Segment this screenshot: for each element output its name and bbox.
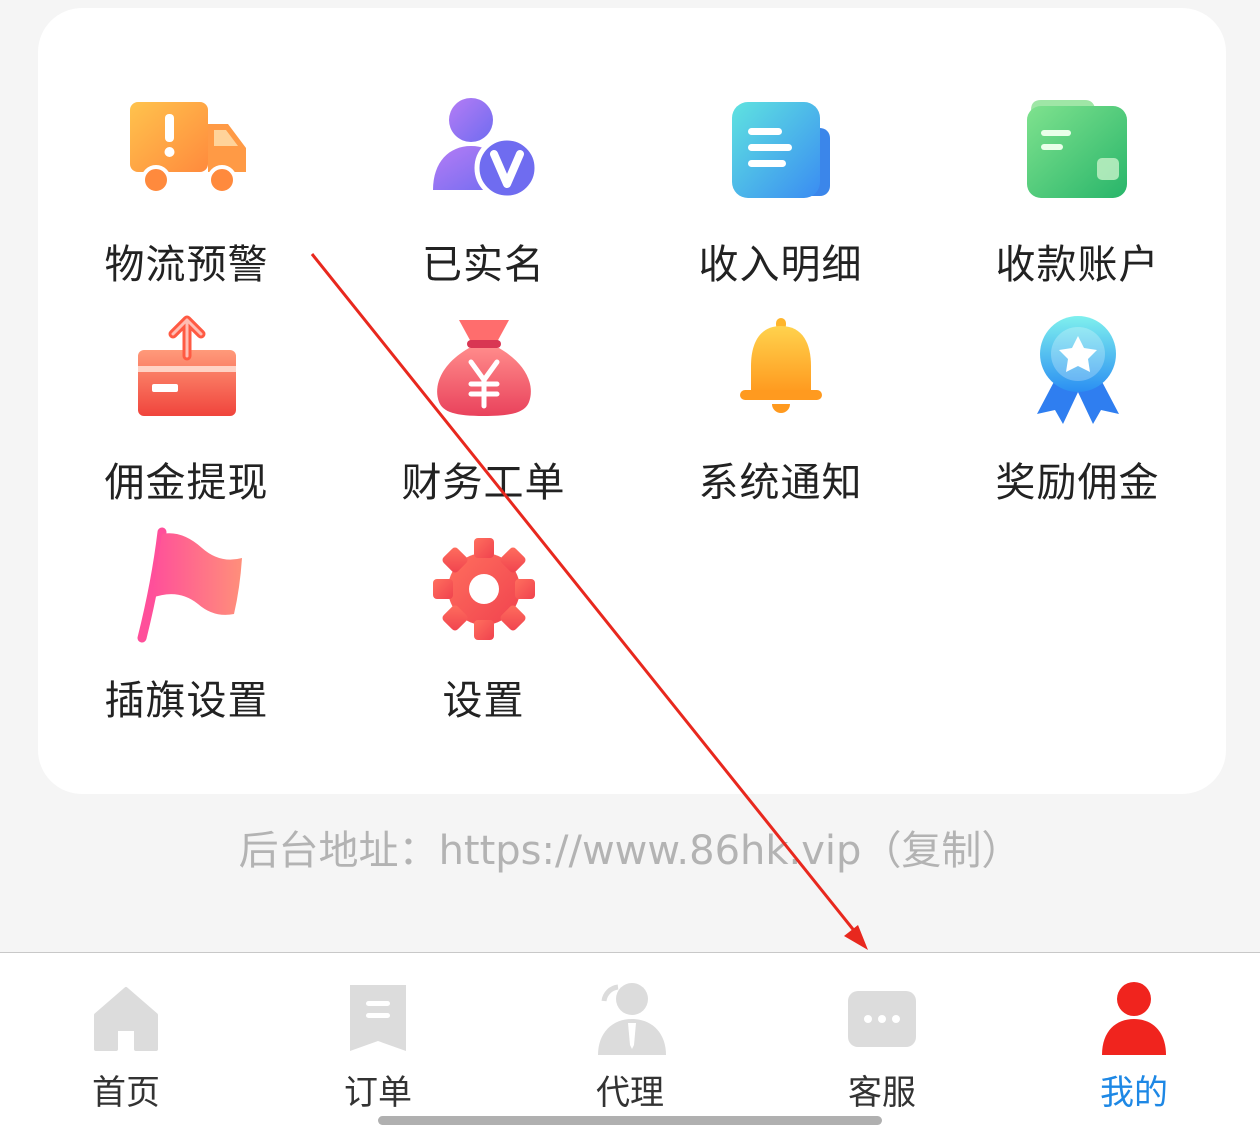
tab-label: 客服 [848, 1073, 916, 1113]
backend-url[interactable]: https://www.86hk.vip [439, 828, 862, 874]
tab-agent[interactable]: 代理 [504, 953, 756, 1113]
order-icon [338, 979, 418, 1059]
menu-item-label: 物流预警 [104, 242, 269, 288]
menu-item-income-details[interactable]: 收入明细 [632, 80, 929, 300]
menu-item-label: 佣金提现 [104, 460, 269, 506]
bottom-tab-bar: 首页 订单 代理 客服 我的 [0, 952, 1260, 1128]
menu-item-verified[interactable]: 已实名 [335, 80, 632, 300]
menu-item-reward-commission[interactable]: 奖励佣金 [929, 298, 1226, 518]
menu-item-label: 收入明细 [698, 242, 863, 288]
wallet-card-icon [1013, 88, 1143, 218]
chat-icon [842, 979, 922, 1059]
menu-item-label: 收款账户 [995, 242, 1160, 288]
copy-link[interactable]: （复制） [861, 828, 1021, 874]
tab-label: 订单 [344, 1073, 412, 1113]
menu-item-finance-ticket[interactable]: 财务工单 [335, 298, 632, 518]
truck-alert-icon [122, 88, 252, 218]
money-bag-icon [419, 306, 549, 436]
tab-home[interactable]: 首页 [0, 953, 252, 1113]
menu-item-withdraw[interactable]: 佣金提现 [38, 298, 335, 518]
tab-label: 我的 [1100, 1073, 1168, 1113]
tab-customer-service[interactable]: 客服 [756, 953, 1008, 1113]
menu-item-label: 已实名 [422, 242, 545, 288]
backend-address: 后台地址：https://www.86hk.vip（复制） [0, 818, 1260, 876]
menu-item-label: 系统通知 [698, 460, 863, 506]
menu-item-label: 奖励佣金 [995, 460, 1160, 506]
verified-user-icon [419, 88, 549, 218]
home-icon [86, 979, 166, 1059]
menu-item-payee-account[interactable]: 收款账户 [929, 80, 1226, 300]
menu-card: 物流预警 已实名 收入明细 收款账户 佣金提现 财务工单 系统通知 奖励佣金 插… [38, 8, 1226, 794]
tab-label: 首页 [92, 1073, 160, 1113]
award-badge-icon [1013, 306, 1143, 436]
user-icon [1094, 979, 1174, 1059]
menu-item-label: 财务工单 [401, 460, 566, 506]
menu-item-settings[interactable]: 设置 [335, 516, 632, 736]
tab-orders[interactable]: 订单 [252, 953, 504, 1113]
menu-item-logistics-alert[interactable]: 物流预警 [38, 80, 335, 300]
flag-icon [122, 524, 252, 654]
backend-address-prefix: 后台地址： [238, 828, 439, 874]
gear-icon [419, 524, 549, 654]
menu-item-flag-settings[interactable]: 插旗设置 [38, 516, 335, 736]
tab-mine[interactable]: 我的 [1008, 953, 1260, 1113]
menu-item-label: 设置 [442, 678, 525, 724]
bell-icon [716, 306, 846, 436]
tab-label: 代理 [596, 1073, 664, 1113]
home-indicator [378, 1116, 882, 1125]
withdraw-box-icon [122, 306, 252, 436]
menu-item-label: 插旗设置 [104, 678, 269, 724]
menu-item-system-notice[interactable]: 系统通知 [632, 298, 929, 518]
agent-icon [590, 979, 670, 1059]
document-icon [716, 88, 846, 218]
